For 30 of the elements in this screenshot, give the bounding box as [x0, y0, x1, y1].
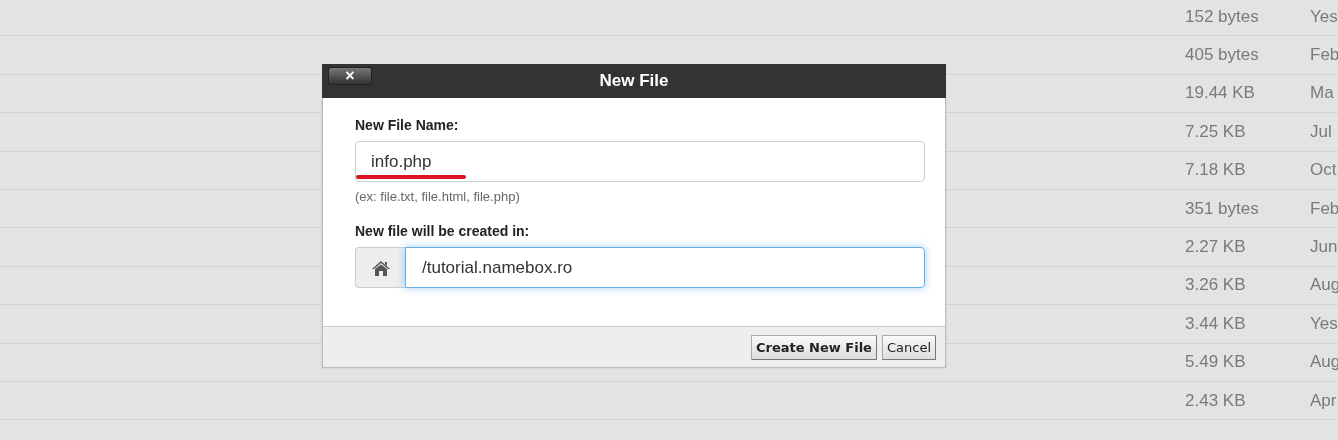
table-cell: 7.25 KB	[1185, 121, 1246, 142]
table-cell: 19.44 KB	[1185, 83, 1255, 104]
table-cell: 3.44 KB	[1185, 313, 1246, 334]
table-cell: Ma	[1310, 83, 1334, 104]
table-cell: 3.26 KB	[1185, 275, 1246, 296]
table-cell: Feb	[1310, 198, 1338, 219]
field-hint: (ex: file.txt, file.html, file.php)	[355, 189, 521, 204]
table-cell: 2.43 KB	[1185, 390, 1246, 411]
home-icon	[355, 247, 405, 288]
table-cell: Jul	[1310, 121, 1332, 142]
table-cell: Yes	[1310, 313, 1338, 334]
table-cell: Feb	[1310, 45, 1338, 66]
create-button[interactable]: Create New File	[751, 334, 877, 360]
table-cell: 351 bytes	[1185, 198, 1259, 219]
table-cell: Jun	[1310, 237, 1338, 258]
table-cell: Oct	[1310, 160, 1337, 181]
cancel-button[interactable]: Cancel	[881, 334, 936, 360]
field-label: New File Name:	[355, 117, 460, 133]
table-cell: 7.18 KB	[1185, 160, 1246, 181]
table-cell: 2.27 KB	[1185, 237, 1246, 258]
field-label: New file will be created in:	[355, 223, 531, 239]
table-cell: 405 bytes	[1185, 45, 1259, 66]
table-cell: Apr	[1310, 390, 1337, 411]
file-name-field[interactable]: info.php	[355, 141, 925, 182]
table-cell: 152 bytes	[1185, 6, 1259, 27]
table-cell: Yes	[1310, 6, 1338, 27]
table-cell: 5.49 KB	[1185, 352, 1246, 373]
close-button[interactable]: ×	[328, 67, 372, 85]
dialog-title: New File	[599, 71, 669, 91]
path-field[interactable]: /tutorial.namebox.ro	[405, 247, 925, 288]
